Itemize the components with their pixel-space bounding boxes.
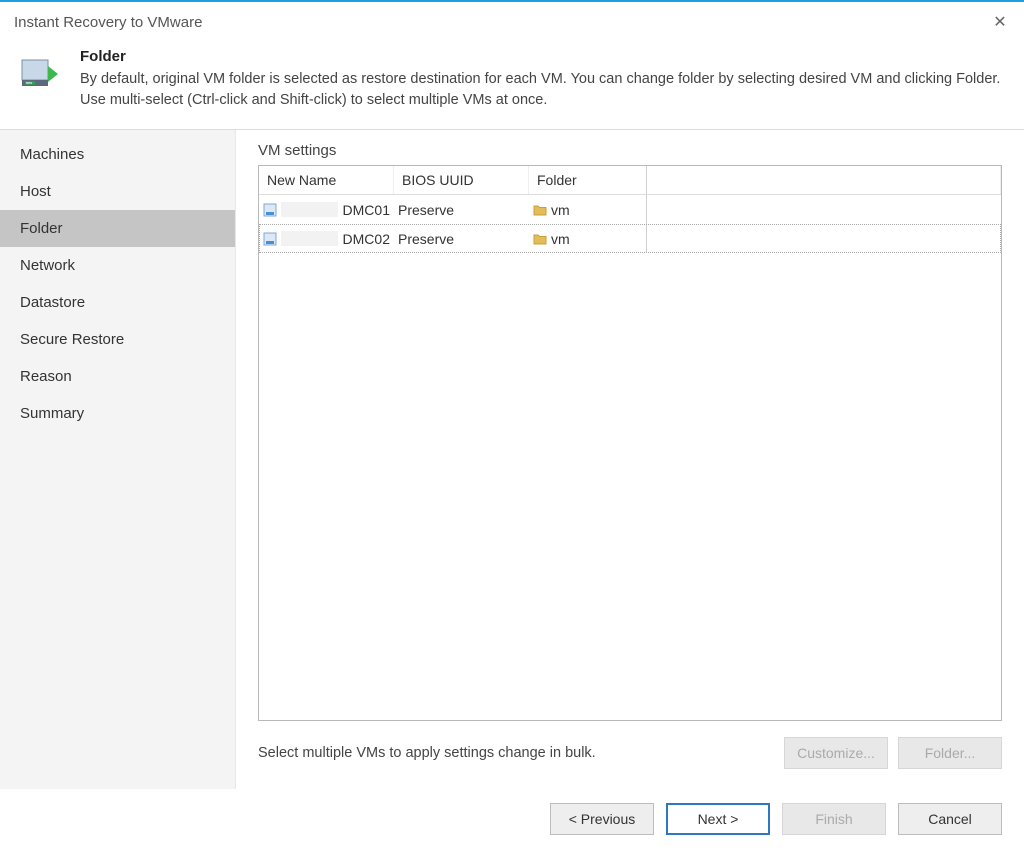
sidebar-item-summary[interactable]: Summary — [0, 395, 235, 432]
next-button[interactable]: Next > — [666, 803, 770, 835]
cell-name: DMC02 — [259, 224, 394, 253]
cancel-button[interactable]: Cancel — [898, 803, 1002, 835]
table-header: New Name BIOS UUID Folder — [259, 166, 1001, 195]
vm-restore-icon: vm — [16, 48, 64, 96]
header-text: Folder By default, original VM folder is… — [80, 48, 1008, 111]
col-header-rest — [647, 166, 1001, 194]
sidebar-item-host[interactable]: Host — [0, 173, 235, 210]
folder-name: vm — [551, 231, 570, 247]
table-row[interactable]: DMC02 Preserve vm — [259, 224, 1001, 253]
svg-text:vm: vm — [26, 80, 32, 85]
vm-icon — [263, 232, 277, 246]
cell-name: DMC01 — [259, 195, 394, 224]
sidebar-item-secure-restore[interactable]: Secure Restore — [0, 321, 235, 358]
name-suffix: DMC02 — [343, 231, 390, 247]
redacted-prefix — [281, 202, 338, 217]
header-description: By default, original VM folder is select… — [80, 69, 1008, 111]
sidebar-item-reason[interactable]: Reason — [0, 358, 235, 395]
window-title: Instant Recovery to VMware — [14, 14, 202, 31]
table-row[interactable]: DMC01 Preserve vm — [259, 195, 1001, 224]
col-header-name[interactable]: New Name — [259, 166, 394, 194]
cell-bios: Preserve — [394, 224, 529, 253]
wizard-body: Machines Host Folder Network Datastore S… — [0, 129, 1024, 789]
table-buttons: Customize... Folder... — [784, 737, 1002, 769]
customize-button[interactable]: Customize... — [784, 737, 888, 769]
section-label: VM settings — [258, 142, 1002, 159]
folder-icon — [533, 233, 547, 245]
titlebar: Instant Recovery to VMware ✕ — [0, 2, 1024, 40]
vm-icon — [263, 203, 277, 217]
folder-name: vm — [551, 202, 570, 218]
sidebar-item-network[interactable]: Network — [0, 247, 235, 284]
sidebar-item-datastore[interactable]: Datastore — [0, 284, 235, 321]
close-icon[interactable]: ✕ — [988, 10, 1012, 34]
col-header-bios[interactable]: BIOS UUID — [394, 166, 529, 194]
wizard-sidebar: Machines Host Folder Network Datastore S… — [0, 130, 236, 789]
header-title: Folder — [80, 48, 1008, 65]
sidebar-item-machines[interactable]: Machines — [0, 136, 235, 173]
name-suffix: DMC01 — [343, 202, 390, 218]
bulk-hint: Select multiple VMs to apply settings ch… — [258, 745, 596, 761]
folder-button[interactable]: Folder... — [898, 737, 1002, 769]
redacted-prefix — [281, 231, 338, 246]
finish-button[interactable]: Finish — [782, 803, 886, 835]
table-body: DMC01 Preserve vm DMC02 Preserve — [259, 195, 1001, 720]
folder-icon — [533, 204, 547, 216]
sidebar-item-folder[interactable]: Folder — [0, 210, 235, 247]
below-table-row: Select multiple VMs to apply settings ch… — [258, 721, 1002, 789]
wizard-footer: < Previous Next > Finish Cancel — [0, 789, 1024, 853]
vm-settings-table: New Name BIOS UUID Folder DMC01 Preserve… — [258, 165, 1002, 721]
col-header-folder[interactable]: Folder — [529, 166, 647, 194]
cell-folder: vm — [529, 195, 647, 224]
main-panel: VM settings New Name BIOS UUID Folder DM… — [236, 130, 1024, 789]
cell-folder: vm — [529, 224, 647, 253]
wizard-header: vm Folder By default, original VM folder… — [0, 40, 1024, 129]
previous-button[interactable]: < Previous — [550, 803, 654, 835]
cell-bios: Preserve — [394, 195, 529, 224]
